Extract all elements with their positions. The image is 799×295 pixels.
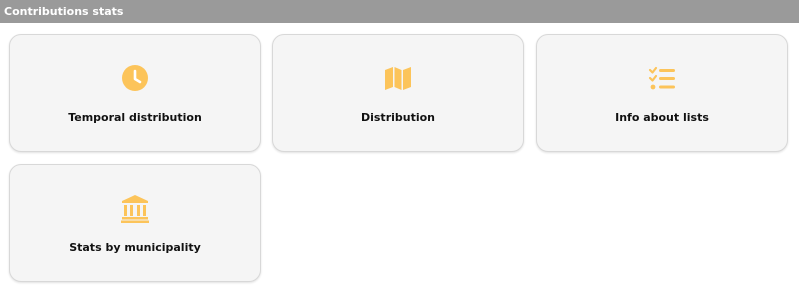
- card-label: Stats by municipality: [69, 241, 201, 254]
- distribution-card[interactable]: Distribution: [272, 34, 524, 152]
- government-building-icon: [119, 192, 151, 224]
- checklist-icon: [646, 62, 678, 94]
- card-label: Info about lists: [615, 111, 709, 124]
- clock-icon: [119, 62, 151, 94]
- card-label: Distribution: [360, 111, 436, 124]
- stats-by-municipality-card[interactable]: Stats by municipality: [9, 164, 261, 282]
- info-about-lists-card[interactable]: Info about lists: [536, 34, 788, 152]
- map-icon: [382, 62, 414, 94]
- card-label: Temporal distribution: [68, 111, 202, 124]
- section-title: Contributions stats: [0, 0, 799, 23]
- temporal-distribution-card[interactable]: Temporal distribution: [9, 34, 261, 152]
